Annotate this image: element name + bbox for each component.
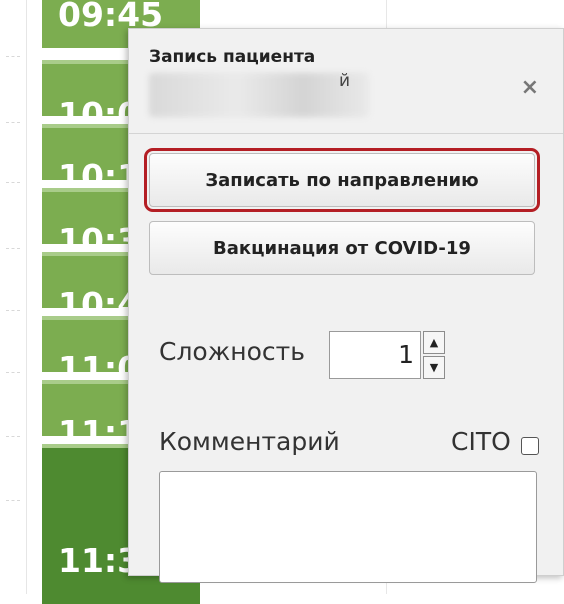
complexity-label: Сложность xyxy=(159,337,305,366)
patient-name-redacted xyxy=(149,73,369,117)
gutter-mark xyxy=(6,122,20,123)
gutter-mark xyxy=(6,56,20,57)
gutter-mark xyxy=(6,310,20,311)
gutter-mark xyxy=(6,182,20,183)
cito-label: CITO xyxy=(451,427,511,456)
comment-label: Комментарий xyxy=(159,427,340,456)
gutter-mark xyxy=(6,248,20,249)
close-icon[interactable]: × xyxy=(521,75,539,100)
book-by-referral-button[interactable]: Записать по направлению xyxy=(144,148,540,212)
time-slot-label: 09:45 xyxy=(58,0,164,34)
patient-name-fragment: й xyxy=(339,71,351,91)
gutter-mark xyxy=(6,436,20,437)
cito-checkbox[interactable] xyxy=(521,437,539,455)
stepper-up-icon[interactable]: ▲ xyxy=(423,331,445,354)
complexity-input[interactable]: 1 xyxy=(329,331,421,379)
schedule-gutter xyxy=(0,0,27,594)
complexity-stepper[interactable]: ▲ ▼ xyxy=(423,331,445,379)
gutter-mark xyxy=(6,500,20,501)
popup-title: Запись пациента xyxy=(149,47,316,67)
comment-textarea[interactable] xyxy=(159,471,537,583)
appointment-popup: Запись пациента й × Записать по направле… xyxy=(128,28,564,583)
covid-vaccination-button[interactable]: Вакцинация от COVID-19 xyxy=(149,221,535,275)
popup-header: Запись пациента й × xyxy=(129,29,563,134)
stepper-down-icon[interactable]: ▼ xyxy=(423,356,445,379)
gutter-mark xyxy=(6,372,20,373)
